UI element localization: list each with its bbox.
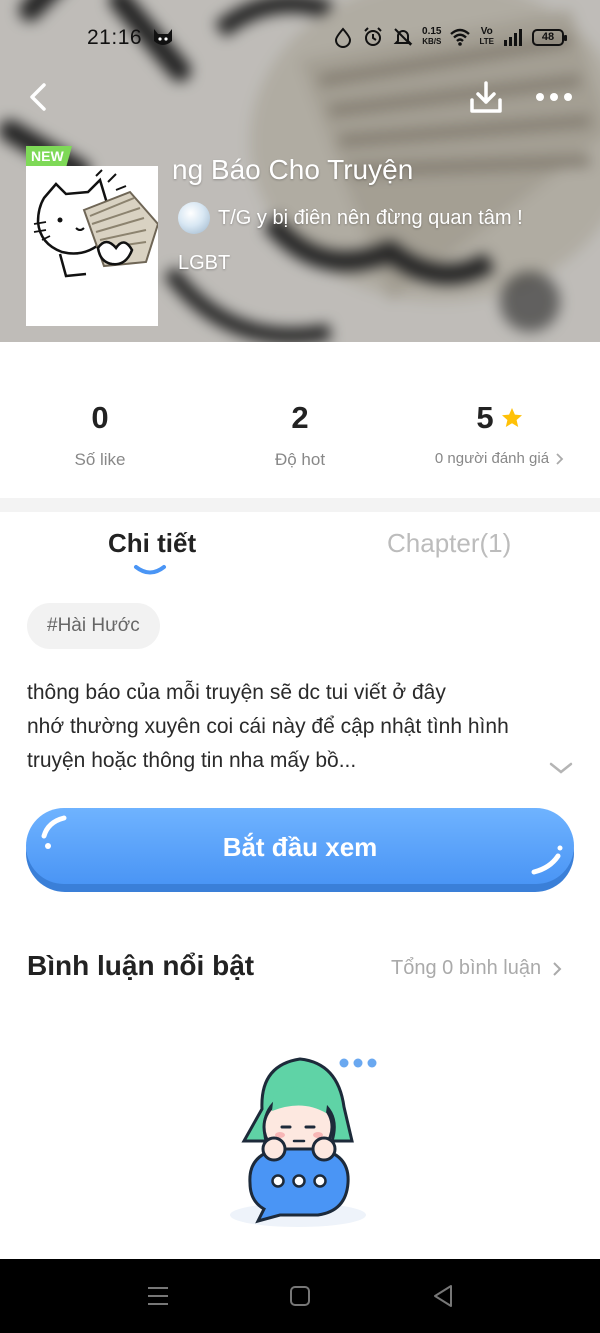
comments-total-link[interactable]: Tổng 0 bình luận: [391, 957, 563, 980]
status-time: 21:16: [87, 26, 143, 49]
story-header: 21:16 0.15 KB/S Vo LTE 48 NEW ng Báo Cho…: [0, 0, 600, 342]
author-row[interactable]: T/G y bị điên nên đừng quan tâm !: [178, 202, 523, 234]
rating-count-label[interactable]: 0 người đánh giá: [435, 450, 549, 467]
story-title: ng Báo Cho Truyện: [172, 154, 414, 185]
back-icon[interactable]: [22, 80, 56, 114]
wifi-icon: [450, 28, 471, 46]
featured-comments-title: Bình luận nổi bật: [27, 950, 255, 981]
battery-icon: 48: [532, 28, 567, 46]
back-nav-icon[interactable]: [430, 1283, 456, 1309]
start-reading-button[interactable]: Bắt đầu xem: [26, 808, 574, 892]
tab-details[interactable]: Chi tiết: [108, 528, 196, 559]
alarm-icon: [364, 27, 382, 46]
chevron-down-icon[interactable]: [548, 760, 574, 776]
genre-tag[interactable]: #Hài Hước: [27, 603, 160, 649]
stat-hot: 2 Độ hot: [200, 400, 400, 470]
water-drop-icon: [335, 27, 352, 48]
author-name[interactable]: T/G y bị điên nên đừng quan tâm !: [218, 207, 523, 230]
story-description: thông báo của mỗi truyện sẽ dc tui viết …: [27, 676, 557, 778]
story-cover-image[interactable]: [26, 166, 158, 326]
tab-chapters[interactable]: Chapter(1): [387, 528, 511, 559]
menu-icon[interactable]: [145, 1283, 171, 1309]
volte-icon: Vo LTE: [479, 26, 494, 47]
more-icon[interactable]: [534, 88, 574, 106]
stats-panel: 0 Số like 2 Độ hot 5 0 người đánh giá: [0, 342, 600, 498]
stat-rating[interactable]: 5 0 người đánh giá: [400, 400, 600, 467]
star-icon: [501, 408, 522, 427]
hot-label: Độ hot: [274, 450, 326, 469]
status-bar: 21:16 0.15 KB/S Vo LTE 48: [0, 0, 600, 72]
download-icon[interactable]: [466, 78, 506, 118]
empty-comments-mascot-icon: [230, 1057, 377, 1227]
story-genre: LGBT: [178, 252, 231, 274]
network-speed: 0.15 KB/S: [422, 26, 442, 47]
description-line: nhớ thường xuyên coi cái này để cập nhật…: [27, 715, 509, 738]
start-reading-label[interactable]: Bắt đầu xem: [26, 808, 574, 884]
new-badge: NEW: [26, 146, 72, 166]
active-tab-indicator: [134, 565, 166, 575]
author-avatar[interactable]: [178, 202, 210, 234]
hot-count: 2: [291, 400, 309, 435]
cat-icon: [154, 29, 172, 45]
likes-label: Số like: [74, 450, 126, 469]
stat-likes: 0 Số like: [0, 400, 200, 470]
home-icon[interactable]: [287, 1283, 313, 1309]
likes-count: 0: [91, 400, 109, 435]
description-line: truyện hoặc thông tin nha mấy bồ...: [27, 749, 357, 772]
signal-icon: [504, 29, 522, 46]
mute-icon: [393, 28, 413, 46]
description-line: thông báo của mỗi truyện sẽ dc tui viết …: [27, 681, 446, 704]
comments-total-label[interactable]: Tổng 0 bình luận: [391, 957, 541, 980]
rating-value: 5: [476, 400, 494, 435]
chevron-right-icon[interactable]: [551, 961, 563, 977]
chevron-right-icon[interactable]: [555, 452, 565, 466]
section-divider: [0, 498, 600, 512]
